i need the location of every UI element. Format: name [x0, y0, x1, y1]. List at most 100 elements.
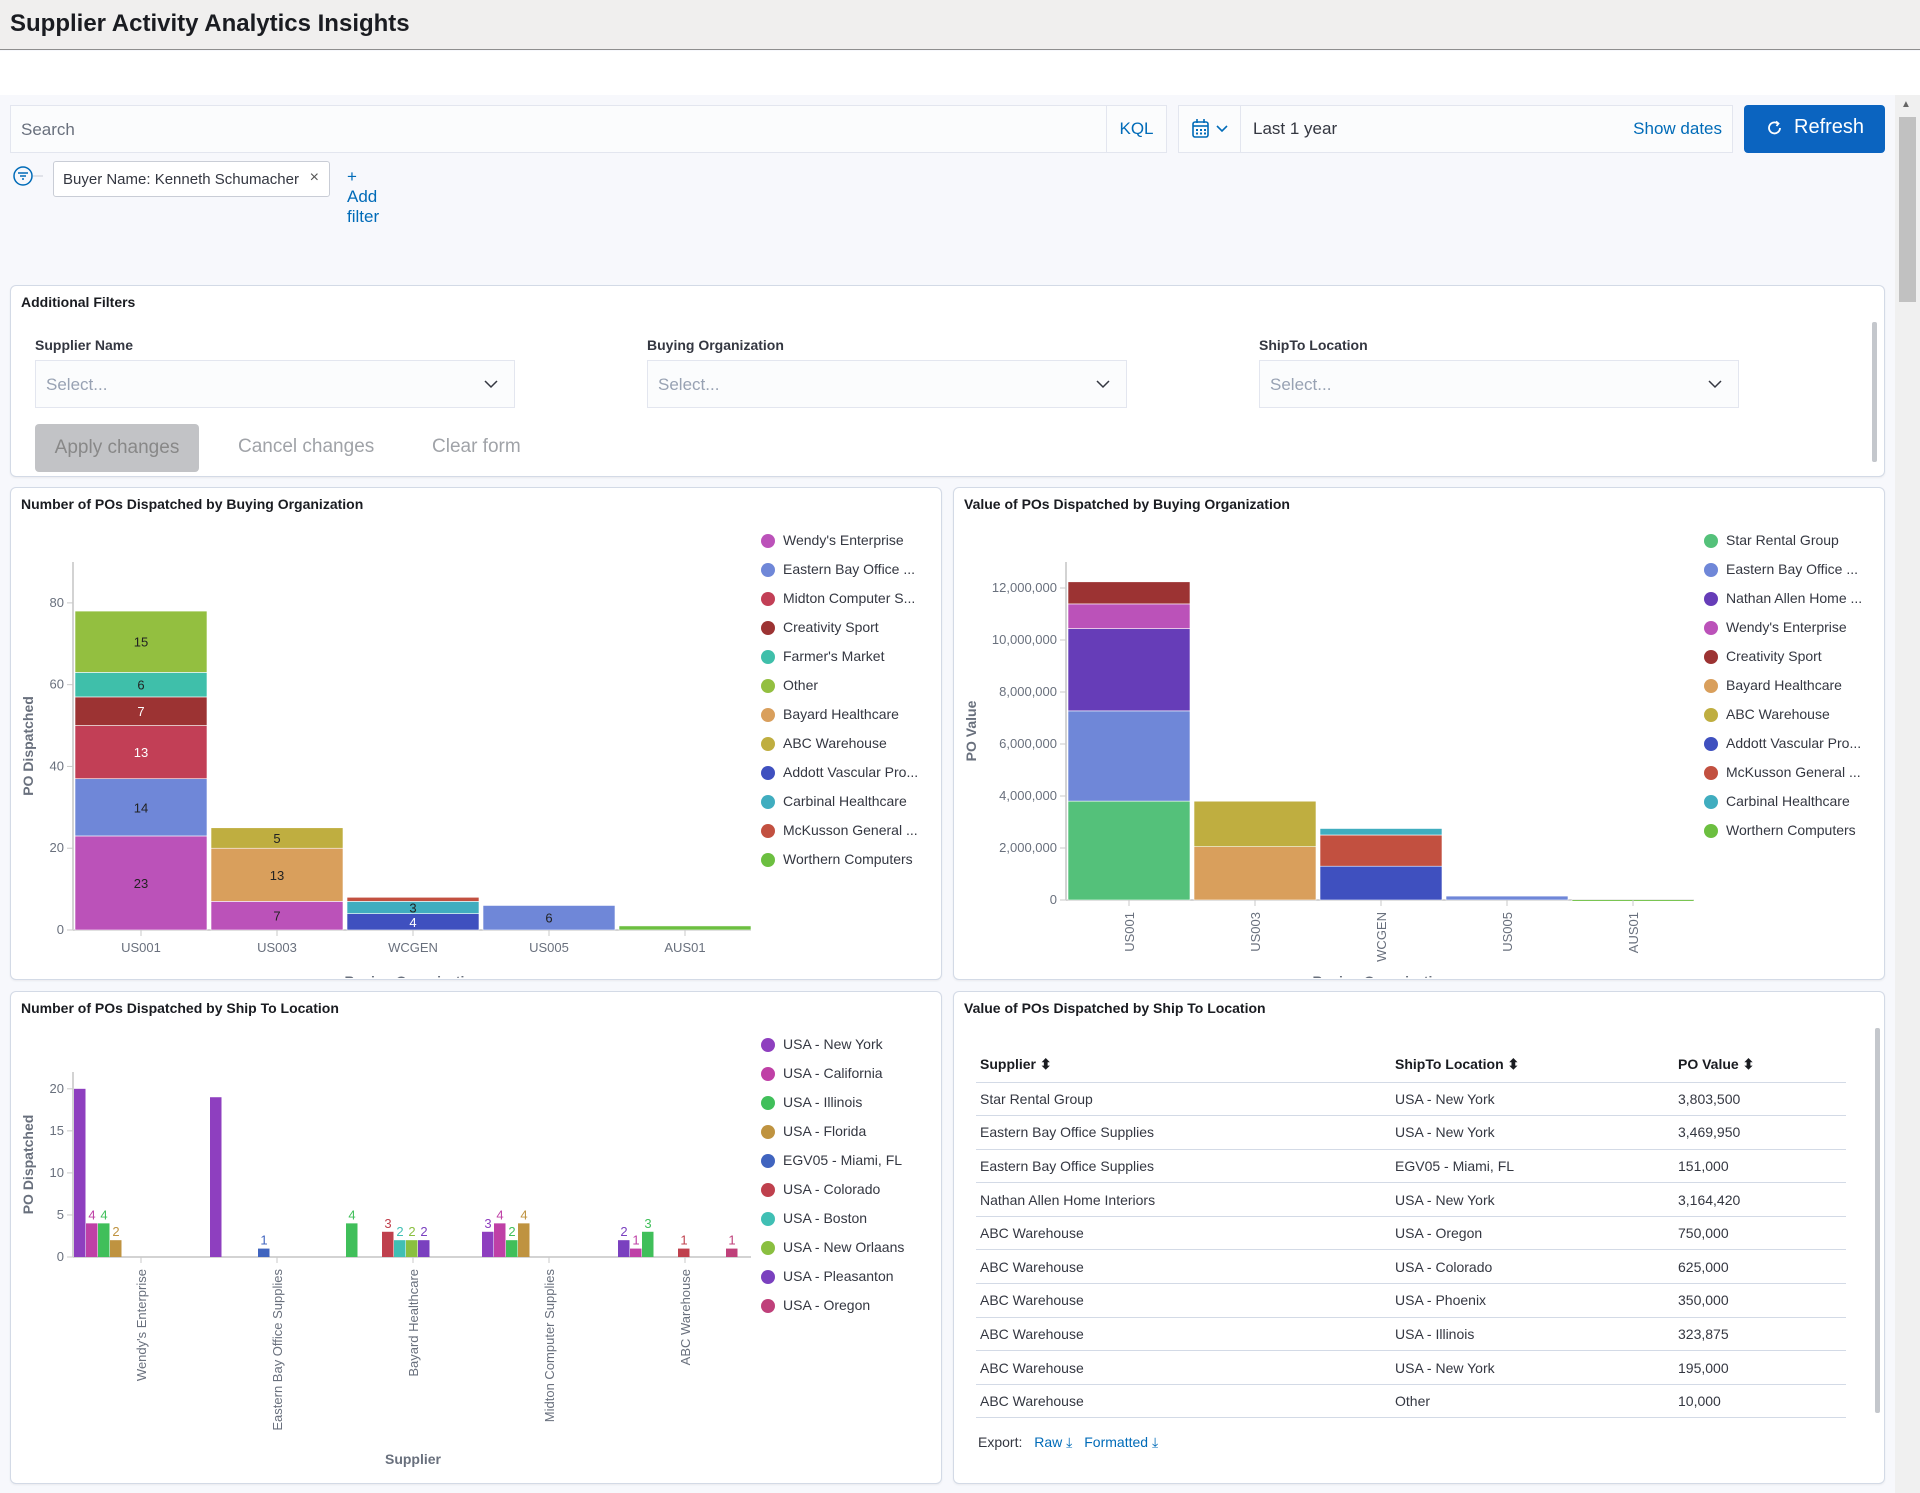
bar-segment [1445, 895, 1569, 901]
cell-shipto-location: EGV05 - Miami, FL [1391, 1149, 1674, 1184]
table-row: Nathan Allen Home Interiors USA - New Yor… [976, 1182, 1846, 1217]
date-picker[interactable]: Last 1 year Show dates [1178, 105, 1733, 153]
bar-segment [1319, 865, 1443, 901]
add-filter-button[interactable]: + Add filter [347, 167, 379, 227]
y-tick-label: 20 [50, 840, 64, 855]
quick-menu-button[interactable] [1179, 106, 1241, 152]
cell-shipto-location: USA - New York [1391, 1182, 1674, 1217]
apply-changes-button[interactable]: Apply changes [35, 424, 199, 472]
filter-options-icon[interactable] [10, 161, 50, 201]
x-tick-label: AUS01 [664, 940, 705, 955]
cell-supplier: ABC Warehouse [976, 1384, 1391, 1419]
table-scrollbar[interactable] [1875, 1028, 1880, 1413]
bar [382, 1231, 394, 1257]
bar [518, 1223, 530, 1257]
cell-po-value: 625,000 [1674, 1249, 1846, 1285]
bar [618, 1240, 630, 1257]
legend-dot-icon [761, 1212, 775, 1226]
filter-pill-buyer-name[interactable]: Buyer Name: Kenneth Schumacher × [53, 161, 330, 197]
sort-icon[interactable]: ⬍ [1508, 1056, 1520, 1072]
legend-label: Worthern Computers [1726, 822, 1856, 838]
y-tick-label: 60 [50, 677, 64, 692]
cell-supplier: ABC Warehouse [976, 1350, 1391, 1385]
cell-supplier: Nathan Allen Home Interiors [976, 1182, 1391, 1217]
legend-label: ABC Warehouse [1726, 706, 1830, 722]
y-tick-label: 10,000,000 [992, 632, 1057, 647]
bar-segment [1067, 710, 1191, 802]
panel-scrollbar[interactable] [1872, 322, 1877, 462]
column-header-supplier[interactable]: Supplier ⬍ [976, 1048, 1391, 1083]
cell-shipto-location: USA - New York [1391, 1350, 1674, 1385]
table-header-row: Supplier ⬍ ShipTo Location ⬍ PO Value ⬍ [976, 1048, 1846, 1083]
cell-po-value: 151,000 [1674, 1149, 1846, 1184]
legend-dot-icon [1704, 563, 1718, 577]
column-header-po-value[interactable]: PO Value ⬍ [1674, 1048, 1846, 1083]
data-label: 2 [396, 1224, 403, 1239]
table-row: Eastern Bay Office Supplies USA - New Yor… [976, 1115, 1846, 1150]
table-row: ABC Warehouse USA - Colorado 625,000 [976, 1249, 1846, 1285]
legend-dot-icon [761, 621, 775, 635]
scrollbar-thumb[interactable] [1899, 117, 1916, 302]
legend-label: USA - New Orlaans [783, 1239, 905, 1255]
y-tick-label: 80 [50, 595, 64, 610]
data-label: 3 [409, 901, 416, 916]
chart-legend: Star Rental Group Eastern Bay Office ... N… [1704, 532, 1884, 912]
data-label: 2 [420, 1224, 427, 1239]
chevron-down-icon [1096, 380, 1110, 389]
y-tick-label: 0 [1050, 892, 1057, 907]
legend-label: Wendy's Enterprise [783, 532, 904, 548]
refresh-button[interactable]: Refresh [1744, 105, 1885, 153]
data-label: 2 [620, 1224, 627, 1239]
column-label: ShipTo Location [1395, 1056, 1504, 1073]
date-range-value[interactable]: Last 1 year [1253, 119, 1337, 139]
legend-dot-icon [1704, 621, 1718, 635]
app-header: Supplier Activity Analytics Insights [0, 0, 1920, 50]
kql-button[interactable]: KQL [1106, 106, 1166, 152]
export-formatted-link[interactable]: Formatted ⤓ [1084, 1434, 1158, 1450]
legend-dot-icon [1704, 795, 1718, 809]
cancel-changes-button[interactable]: Cancel changes [238, 436, 374, 458]
clear-form-button[interactable]: Clear form [432, 436, 521, 458]
panel-title: Value of POs Dispatched by Ship To Locat… [964, 1000, 1266, 1016]
x-tick-label: US005 [529, 940, 569, 955]
page-scrollbar[interactable]: ▲ [1895, 95, 1920, 1493]
shipto-location-select[interactable]: Select... [1259, 360, 1739, 408]
cell-shipto-location: Other [1391, 1384, 1674, 1419]
column-header-shipto-location[interactable]: ShipTo Location ⬍ [1391, 1048, 1674, 1083]
panel-po-value-by-location: Value of POs Dispatched by Ship To Locat… [953, 991, 1885, 1484]
sort-icon[interactable]: ⬍ [1040, 1056, 1052, 1072]
buying-org-select[interactable]: Select... [647, 360, 1127, 408]
legend-label: USA - Florida [783, 1123, 867, 1139]
search-placeholder: Search [21, 120, 75, 139]
x-tick-label: ABC Warehouse [678, 1269, 693, 1365]
cell-shipto-location: USA - Colorado [1391, 1249, 1674, 1285]
panel-po-count-by-org: Number of POs Dispatched by Buying Organ… [10, 487, 942, 980]
sort-icon[interactable]: ⬍ [1743, 1056, 1755, 1072]
table-row: Star Rental Group USA - New York 3,803,500 [976, 1082, 1846, 1117]
scroll-up-arrow[interactable]: ▲ [1901, 99, 1911, 110]
legend-label: ABC Warehouse [783, 735, 887, 751]
export-raw-link[interactable]: Raw ⤓ [1034, 1434, 1072, 1450]
search-input[interactable]: Search KQL [10, 105, 1167, 153]
y-tick-label: 15 [50, 1123, 64, 1138]
chart-po-value-by-org: 0 2,000,000 4,000,000 6,000,000 8,000,000 10,… [963, 562, 1694, 978]
x-tick-label: Bayard Healthcare [406, 1269, 421, 1377]
chevron-down-icon [484, 380, 498, 389]
legend-dot-icon [1704, 824, 1718, 838]
page-title: Supplier Activity Analytics Insights [10, 10, 410, 37]
cell-shipto-location: USA - Oregon [1391, 1216, 1674, 1251]
data-label: 7 [273, 909, 280, 924]
legend-dot-icon [761, 708, 775, 722]
bar [678, 1248, 690, 1257]
legend-dot-icon [761, 1270, 775, 1284]
y-axis-title: PO Value [963, 700, 979, 761]
additional-filters-panel: Additional Filters Supplier Name Select.… [10, 285, 1885, 477]
bar-segment [1067, 800, 1191, 901]
y-tick-label: 40 [50, 758, 64, 773]
legend-dot-icon [761, 563, 775, 577]
remove-filter-icon[interactable]: × [310, 169, 319, 187]
legend-label: Eastern Bay Office ... [1726, 561, 1859, 577]
supplier-name-select[interactable]: Select... [35, 360, 515, 408]
show-dates-link[interactable]: Show dates [1633, 119, 1722, 139]
legend-dot-icon [761, 795, 775, 809]
